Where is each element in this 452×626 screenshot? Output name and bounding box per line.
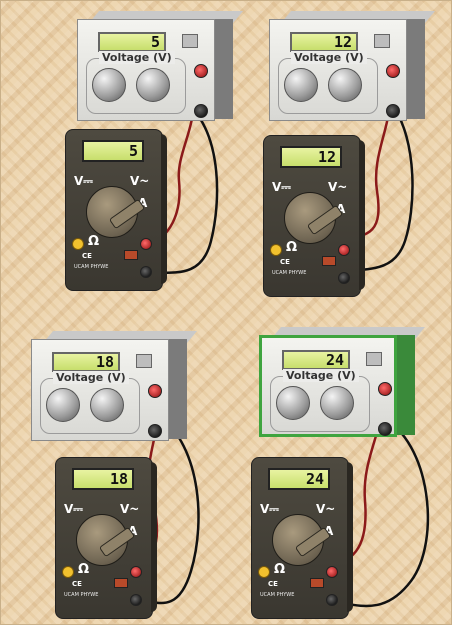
power-supply-4[interactable]: 24 Voltage (V) xyxy=(259,327,426,445)
psu-negative-jack[interactable] xyxy=(386,104,400,118)
power-led-icon xyxy=(270,244,282,256)
psu-power-button[interactable] xyxy=(182,34,198,48)
meter-side xyxy=(347,462,353,612)
fine-voltage-knob[interactable] xyxy=(90,388,124,422)
meter-positive-jack[interactable] xyxy=(130,566,142,578)
psu-voltage-display: 18 xyxy=(52,352,120,372)
vac-label: V~ xyxy=(120,502,140,516)
ohm-label: Ω xyxy=(286,240,298,255)
psu-side xyxy=(395,335,415,435)
dial-pointer xyxy=(306,204,344,236)
meter-side xyxy=(161,134,167,284)
ce-mark: CE xyxy=(72,580,82,588)
psu-positive-jack[interactable] xyxy=(194,64,208,78)
vdc-label: V⎓ xyxy=(272,180,291,194)
vac-label: V~ xyxy=(130,174,150,188)
coarse-voltage-knob[interactable] xyxy=(276,386,310,420)
psu-face: 24 Voltage (V) xyxy=(259,335,397,437)
meter-positive-jack[interactable] xyxy=(338,244,350,256)
psu-power-button[interactable] xyxy=(136,354,152,368)
psu-positive-jack[interactable] xyxy=(148,384,162,398)
psu-negative-jack[interactable] xyxy=(148,424,162,438)
ohm-label: Ω xyxy=(78,562,90,577)
ohm-label: Ω xyxy=(88,234,100,249)
brand-label: UCAM PHYWE xyxy=(74,264,109,270)
vdc-label: V⎓ xyxy=(74,174,93,188)
multimeter-4[interactable]: 24 V⎓ V~ A Ω CE UCAM PHYWE xyxy=(251,457,353,619)
range-dial[interactable] xyxy=(76,514,136,566)
psu-power-button[interactable] xyxy=(366,352,382,366)
meter-com-jack[interactable] xyxy=(338,272,350,284)
power-supply-3[interactable]: 18 Voltage (V) xyxy=(31,331,198,449)
ce-mark: CE xyxy=(268,580,278,588)
power-led-icon xyxy=(258,566,270,578)
ce-mark: CE xyxy=(82,252,92,260)
vac-label: V~ xyxy=(328,180,348,194)
range-dial[interactable] xyxy=(272,514,332,566)
psu-side xyxy=(405,19,425,119)
multimeter-2[interactable]: 12 V⎓ V~ A Ω CE UCAM PHYWE xyxy=(263,135,365,297)
psu-face: 18 Voltage (V) xyxy=(31,339,169,441)
coarse-voltage-knob[interactable] xyxy=(284,68,318,102)
meter-side xyxy=(151,462,157,612)
psu-power-button[interactable] xyxy=(374,34,390,48)
meter-display: 24 xyxy=(268,468,330,490)
range-dial[interactable] xyxy=(86,186,146,238)
vac-label: V~ xyxy=(316,502,336,516)
fuse-icon xyxy=(114,578,128,588)
meter-side xyxy=(359,140,365,290)
psu-face: 5 Voltage (V) xyxy=(77,19,215,121)
meter-positive-jack[interactable] xyxy=(140,238,152,250)
psu-positive-jack[interactable] xyxy=(378,382,392,396)
ce-mark: CE xyxy=(280,258,290,266)
psu-voltage-display: 5 xyxy=(98,32,166,52)
psu-face: 12 Voltage (V) xyxy=(269,19,407,121)
coarse-voltage-knob[interactable] xyxy=(92,68,126,102)
fuse-icon xyxy=(310,578,324,588)
multimeter-1[interactable]: 5 V⎓ V~ A Ω CE UCAM PHYWE xyxy=(65,129,167,291)
voltage-label: Voltage (V) xyxy=(53,371,129,384)
ohm-label: Ω xyxy=(274,562,286,577)
fine-voltage-knob[interactable] xyxy=(320,386,354,420)
fuse-icon xyxy=(322,256,336,266)
coarse-voltage-knob[interactable] xyxy=(46,388,80,422)
brand-label: UCAM PHYWE xyxy=(272,270,307,276)
fuse-icon xyxy=(124,250,138,260)
meter-com-jack[interactable] xyxy=(130,594,142,606)
psu-positive-jack[interactable] xyxy=(386,64,400,78)
bench-canvas: 5 Voltage (V) 5 V⎓ V~ A Ω CE UCAM PHYWE … xyxy=(0,0,452,625)
meter-display: 12 xyxy=(280,146,342,168)
dial-pointer xyxy=(98,526,136,558)
dial-pointer xyxy=(294,526,332,558)
power-led-icon xyxy=(72,238,84,250)
psu-voltage-display: 24 xyxy=(282,350,350,370)
meter-display: 5 xyxy=(82,140,144,162)
meter-positive-jack[interactable] xyxy=(326,566,338,578)
psu-negative-jack[interactable] xyxy=(378,422,392,436)
power-led-icon xyxy=(62,566,74,578)
power-supply-2[interactable]: 12 Voltage (V) xyxy=(269,11,436,129)
vdc-label: V⎓ xyxy=(260,502,279,516)
meter-com-jack[interactable] xyxy=(326,594,338,606)
dial-pointer xyxy=(108,198,146,230)
meter-com-jack[interactable] xyxy=(140,266,152,278)
range-dial[interactable] xyxy=(284,192,344,244)
power-supply-1[interactable]: 5 Voltage (V) xyxy=(77,11,244,129)
psu-side xyxy=(167,339,187,439)
voltage-label: Voltage (V) xyxy=(99,51,175,64)
psu-negative-jack[interactable] xyxy=(194,104,208,118)
meter-display: 18 xyxy=(72,468,134,490)
vdc-label: V⎓ xyxy=(64,502,83,516)
voltage-label: Voltage (V) xyxy=(283,369,359,382)
multimeter-3[interactable]: 18 V⎓ V~ A Ω CE UCAM PHYWE xyxy=(55,457,157,619)
fine-voltage-knob[interactable] xyxy=(328,68,362,102)
psu-side xyxy=(213,19,233,119)
psu-voltage-display: 12 xyxy=(290,32,358,52)
voltage-label: Voltage (V) xyxy=(291,51,367,64)
fine-voltage-knob[interactable] xyxy=(136,68,170,102)
brand-label: UCAM PHYWE xyxy=(260,592,295,598)
brand-label: UCAM PHYWE xyxy=(64,592,99,598)
